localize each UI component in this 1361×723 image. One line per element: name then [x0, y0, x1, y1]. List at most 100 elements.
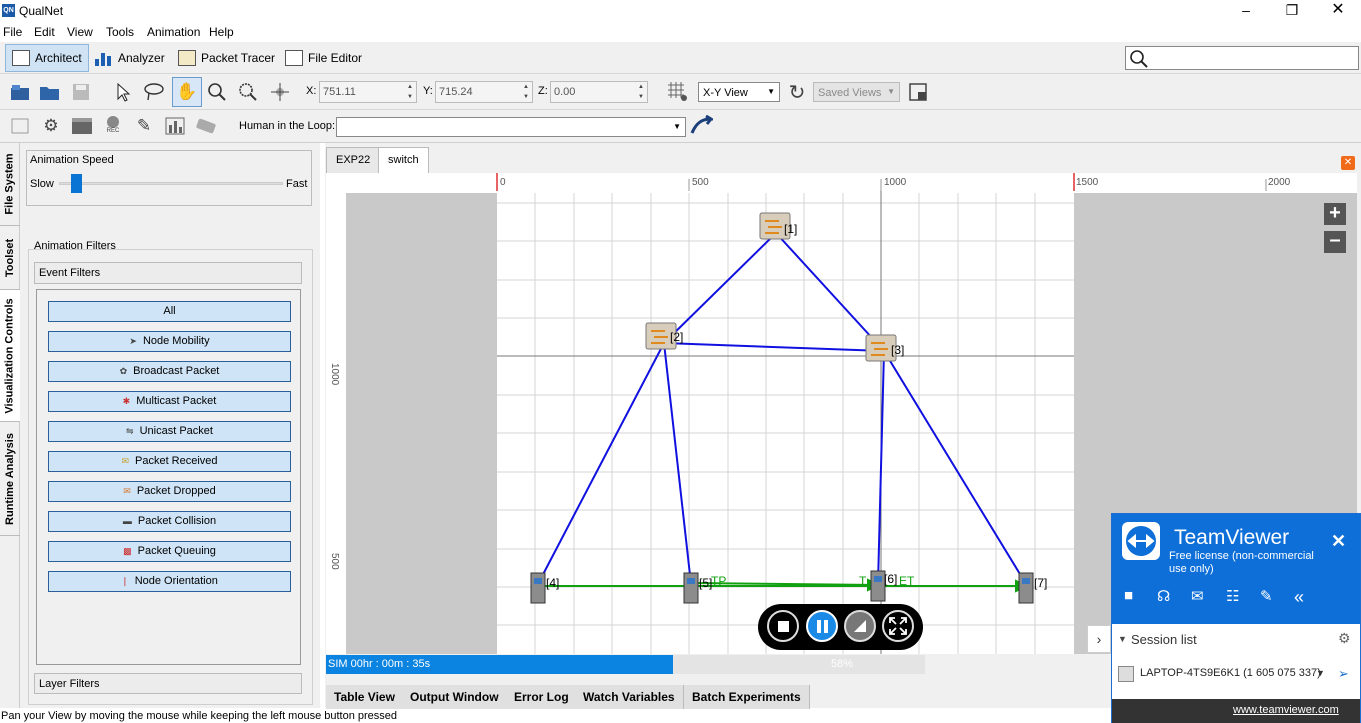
- record-icon[interactable]: REC: [101, 113, 125, 137]
- tab-analyzer[interactable]: Analyzer: [89, 44, 171, 72]
- filter-multicast-button[interactable]: ✱ Multicast Packet: [48, 391, 291, 412]
- zoom-out-button[interactable]: –: [1324, 230, 1346, 253]
- edit-pencil-icon[interactable]: ✎: [132, 114, 156, 138]
- files-icon[interactable]: ☷: [1226, 587, 1239, 605]
- tab-output-window[interactable]: Output Window: [402, 685, 508, 709]
- filter-all-button[interactable]: All: [48, 301, 291, 322]
- close-button[interactable]: ✕: [1315, 0, 1361, 22]
- fullscreen-button[interactable]: [882, 610, 914, 642]
- tab-error-log[interactable]: Error Log: [506, 685, 578, 709]
- video-call-icon[interactable]: ■: [1124, 587, 1133, 604]
- maximize-button[interactable]: ❐: [1269, 0, 1315, 22]
- search-input[interactable]: [1125, 46, 1359, 70]
- pan-hand-icon[interactable]: ✋: [172, 77, 202, 107]
- animation-toolbar: ⚙ REC ✎ Human in the Loop: ▼: [0, 110, 1361, 143]
- rotate-view-icon[interactable]: [268, 80, 292, 104]
- gear-icon[interactable]: ⚙: [39, 114, 63, 138]
- filter-queuing-button[interactable]: ▩ Packet Queuing: [48, 541, 291, 562]
- hitl-input[interactable]: ▼: [336, 117, 686, 137]
- collapse-icon[interactable]: «: [1294, 587, 1304, 608]
- zoom-region-icon[interactable]: [236, 80, 260, 104]
- eraser-icon[interactable]: [194, 114, 218, 138]
- filter-broadcast-button[interactable]: ✿ Broadcast Packet: [48, 361, 291, 382]
- z-coordinate-field[interactable]: 0.00 ▲ ▼: [550, 81, 648, 103]
- grid-settings-icon[interactable]: [666, 80, 690, 104]
- filter-dropped-button[interactable]: ✉ Packet Dropped: [48, 481, 291, 502]
- session-device[interactable]: LAPTOP-4TS9E6K1 (1 605 075 337): [1140, 667, 1321, 679]
- filter-node-mobility-button[interactable]: ➤ Node Mobility: [48, 331, 291, 352]
- z-spinner[interactable]: ▲ ▼: [635, 82, 647, 102]
- node-label: [5]: [699, 576, 712, 590]
- tab-architect[interactable]: Architect: [5, 44, 89, 72]
- saved-views-select[interactable]: Saved Views ▼: [813, 82, 900, 102]
- side-tabs: File System Toolset Visualization Contro…: [0, 143, 20, 708]
- filter-orientation-button[interactable]: ❘ Node Orientation: [48, 571, 291, 592]
- menu-file[interactable]: File: [3, 25, 22, 39]
- zoom-in-button[interactable]: +: [1324, 203, 1346, 225]
- session-list-toggle-icon[interactable]: ▼: [1118, 634, 1127, 644]
- tab-output-window-label: Output Window: [410, 690, 499, 704]
- window-layout-icon[interactable]: [906, 80, 930, 104]
- zoom-icon[interactable]: [205, 80, 229, 104]
- speed-slider-thumb[interactable]: [70, 174, 82, 193]
- filter-orientation-label: Node Orientation: [134, 575, 218, 587]
- device-menu-chevron-icon[interactable]: ▼: [1316, 668, 1325, 678]
- reset-view-icon[interactable]: ↻: [785, 80, 809, 104]
- tab-watch-variables[interactable]: Watch Variables: [575, 685, 684, 709]
- menu-help[interactable]: Help: [209, 25, 234, 39]
- tab-file-system[interactable]: File System: [0, 143, 20, 226]
- tv-expand-button[interactable]: ›: [1087, 625, 1111, 653]
- chevron-down-icon: ▼: [673, 122, 681, 131]
- x-spinner[interactable]: ▲ ▼: [404, 82, 416, 102]
- filter-unicast-button[interactable]: ⇋ Unicast Packet: [48, 421, 291, 442]
- headset-icon[interactable]: ☊: [1157, 587, 1170, 605]
- tab-runtime-analysis[interactable]: Runtime Analysis: [0, 422, 20, 536]
- menu-view[interactable]: View: [67, 25, 93, 39]
- y-spinner[interactable]: ▲ ▼: [520, 82, 532, 102]
- tab-toolset[interactable]: Toolset: [0, 226, 20, 290]
- layer-filters-header[interactable]: Layer Filters: [34, 673, 302, 694]
- tab-file-editor[interactable]: File Editor: [279, 44, 368, 72]
- filter-received-button[interactable]: ✉ Packet Received: [48, 451, 291, 472]
- save-icon[interactable]: [69, 80, 93, 104]
- open-folder-icon[interactable]: [38, 80, 62, 104]
- speed-slider[interactable]: [59, 174, 283, 193]
- tab-packet-tracer[interactable]: Packet Tracer: [172, 44, 281, 72]
- view-select[interactable]: X-Y View ▼: [698, 82, 780, 102]
- x-coordinate-field[interactable]: 751.11 ▲ ▼: [319, 81, 417, 103]
- event-filters-header[interactable]: Event Filters: [34, 262, 302, 284]
- stats-icon[interactable]: [163, 114, 187, 138]
- new-scenario-icon[interactable]: [8, 80, 32, 104]
- layer-filters-label: Layer Filters: [39, 678, 100, 690]
- tab-exp22[interactable]: EXP22: [326, 147, 381, 173]
- menu-tools[interactable]: Tools: [106, 25, 134, 39]
- tab-switch[interactable]: switch: [378, 147, 429, 173]
- speed-slow-label: Slow: [30, 178, 54, 190]
- step-icon[interactable]: [8, 114, 32, 138]
- step-forward-button[interactable]: [844, 610, 876, 642]
- session-settings-icon[interactable]: ⚙: [1338, 630, 1351, 647]
- filter-collision-button[interactable]: ▬ Packet Collision: [48, 511, 291, 532]
- chat-icon[interactable]: ✉: [1191, 587, 1204, 605]
- tab-table-view[interactable]: Table View: [326, 685, 404, 709]
- pause-button[interactable]: [806, 610, 838, 642]
- menu-animation[interactable]: Animation: [147, 25, 200, 39]
- node-label: [4]: [546, 576, 559, 590]
- teamviewer-link[interactable]: www.teamviewer.com: [1233, 704, 1339, 716]
- whiteboard-icon[interactable]: ✎: [1260, 587, 1273, 605]
- tab-batch-experiments-label: Batch Experiments: [692, 690, 801, 704]
- send-arrow-icon[interactable]: [689, 114, 713, 138]
- select-arrow-icon[interactable]: [111, 80, 135, 104]
- connect-pointer-icon[interactable]: ➢: [1338, 666, 1349, 682]
- file-editor-icon: [285, 50, 303, 66]
- tab-batch-experiments[interactable]: Batch Experiments: [684, 685, 810, 709]
- close-canvas-icon[interactable]: ✕: [1341, 156, 1355, 170]
- tab-visualization-controls[interactable]: Visualization Controls: [0, 290, 20, 422]
- clapper-icon[interactable]: [70, 114, 94, 138]
- menu-edit[interactable]: Edit: [34, 25, 55, 39]
- stop-button[interactable]: [767, 610, 799, 642]
- teamviewer-close-icon[interactable]: ✕: [1331, 531, 1346, 552]
- lasso-icon[interactable]: [142, 80, 166, 104]
- minimize-button[interactable]: –: [1223, 0, 1269, 22]
- y-coordinate-field[interactable]: 715.24 ▲ ▼: [435, 81, 533, 103]
